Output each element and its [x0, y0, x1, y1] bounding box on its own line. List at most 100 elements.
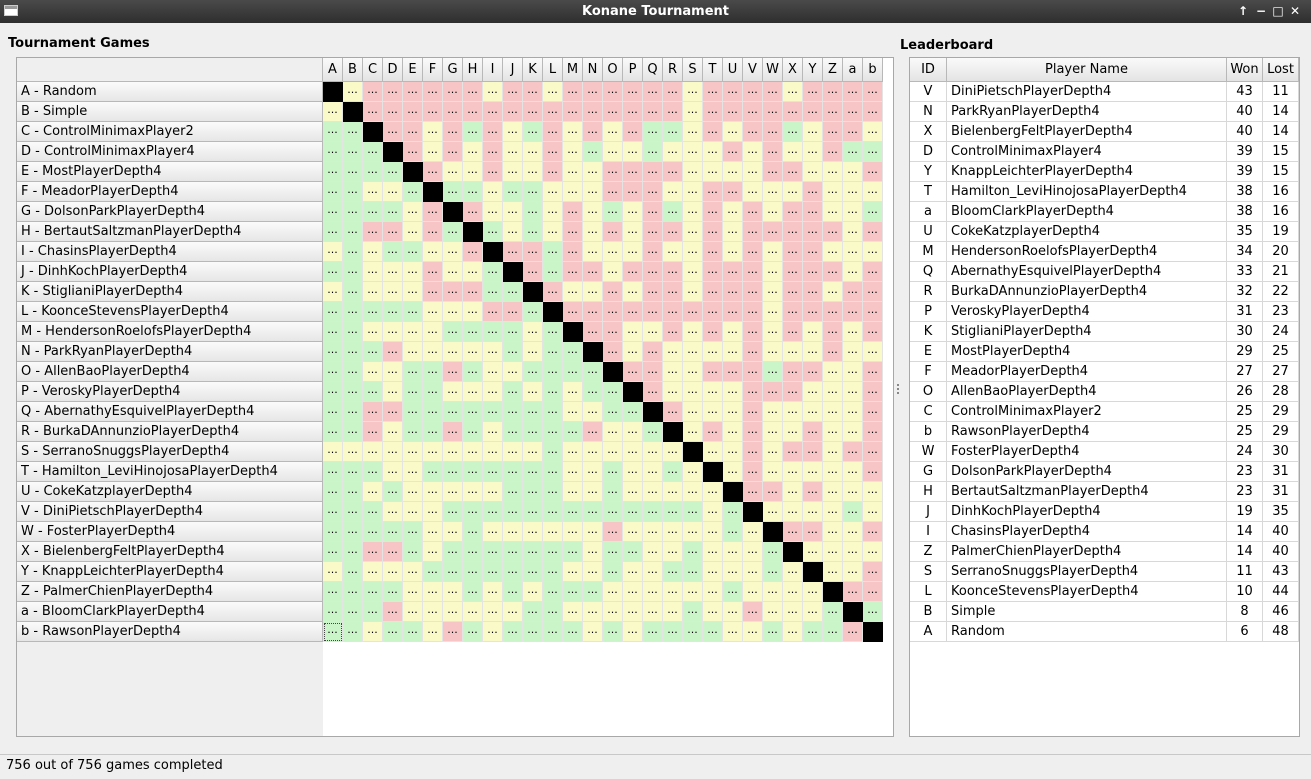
game-cell[interactable]: ...	[343, 342, 363, 362]
game-cell[interactable]: ...	[783, 442, 803, 462]
table-row[interactable]: B Simple 8 46	[910, 602, 1299, 622]
table-row[interactable]: H BertautSaltzmanPlayerDepth4 23 31	[910, 482, 1299, 502]
game-cell[interactable]: ...	[543, 622, 563, 642]
game-cell[interactable]: ...	[563, 122, 583, 142]
game-cell[interactable]: ...	[783, 82, 803, 102]
game-cell[interactable]: ...	[323, 522, 343, 542]
game-cell[interactable]: ...	[743, 622, 763, 642]
column-header[interactable]: U	[723, 58, 743, 82]
game-cell[interactable]: ...	[843, 82, 863, 102]
game-cell[interactable]: ...	[723, 582, 743, 602]
game-cell[interactable]: ...	[843, 242, 863, 262]
game-cell[interactable]: ...	[783, 142, 803, 162]
game-cell[interactable]: ...	[583, 442, 603, 462]
game-cell[interactable]: ...	[643, 362, 663, 382]
game-cell[interactable]: ...	[603, 162, 623, 182]
game-cell[interactable]: ...	[823, 262, 843, 282]
row-header[interactable]: U - CokeKatzplayerDepth4	[17, 482, 323, 502]
game-cell[interactable]: ...	[363, 102, 383, 122]
self-match-cell[interactable]	[363, 122, 383, 142]
game-cell[interactable]: ...	[583, 162, 603, 182]
game-cell[interactable]: ...	[723, 102, 743, 122]
game-cell[interactable]: ...	[843, 562, 863, 582]
game-cell[interactable]: ...	[663, 282, 683, 302]
game-cell[interactable]: ...	[843, 482, 863, 502]
game-cell[interactable]: ...	[363, 142, 383, 162]
game-cell[interactable]: ...	[423, 462, 443, 482]
game-cell[interactable]: ...	[823, 242, 843, 262]
game-cell[interactable]: ...	[543, 582, 563, 602]
game-cell[interactable]: ...	[803, 82, 823, 102]
game-cell[interactable]: ...	[863, 302, 883, 322]
game-cell[interactable]: ...	[683, 382, 703, 402]
game-cell[interactable]: ...	[543, 282, 563, 302]
game-cell[interactable]: ...	[823, 362, 843, 382]
game-cell[interactable]: ...	[343, 582, 363, 602]
game-cell[interactable]: ...	[843, 382, 863, 402]
game-cell[interactable]: ...	[783, 382, 803, 402]
game-cell[interactable]: ...	[783, 562, 803, 582]
game-cell[interactable]: ...	[523, 402, 543, 422]
game-cell[interactable]: ...	[563, 242, 583, 262]
game-cell[interactable]: ...	[323, 142, 343, 162]
game-cell[interactable]: ...	[383, 262, 403, 282]
game-cell[interactable]: ...	[623, 622, 643, 642]
row-header[interactable]: O - AllenBaoPlayerDepth4	[17, 362, 323, 382]
game-cell[interactable]: ...	[443, 82, 463, 102]
self-match-cell[interactable]	[843, 602, 863, 622]
game-cell[interactable]: ...	[323, 442, 343, 462]
game-cell[interactable]: ...	[563, 462, 583, 482]
game-cell[interactable]: ...	[863, 382, 883, 402]
game-cell[interactable]: ...	[323, 542, 343, 562]
game-cell[interactable]: ...	[723, 322, 743, 342]
game-cell[interactable]: ...	[623, 322, 643, 342]
game-cell[interactable]: ...	[343, 362, 363, 382]
game-cell[interactable]: ...	[403, 582, 423, 602]
game-cell[interactable]: ...	[443, 322, 463, 342]
game-cell[interactable]: ...	[423, 582, 443, 602]
game-cell[interactable]: ...	[583, 182, 603, 202]
game-cell[interactable]: ...	[783, 522, 803, 542]
game-cell[interactable]: ...	[643, 142, 663, 162]
game-cell[interactable]: ...	[663, 302, 683, 322]
game-cell[interactable]: ...	[603, 442, 623, 462]
game-cell[interactable]: ...	[703, 222, 723, 242]
game-cell[interactable]: ...	[423, 502, 443, 522]
game-cell[interactable]: ...	[623, 122, 643, 142]
game-cell[interactable]: ...	[363, 202, 383, 222]
game-cell[interactable]: ...	[403, 382, 423, 402]
game-cell[interactable]: ...	[543, 482, 563, 502]
game-cell[interactable]: ...	[683, 262, 703, 282]
game-cell[interactable]: ...	[783, 422, 803, 442]
game-cell[interactable]: ...	[603, 302, 623, 322]
game-cell[interactable]: ...	[603, 562, 623, 582]
table-row[interactable]: b RawsonPlayerDepth4 25 29	[910, 422, 1299, 442]
game-cell[interactable]: ...	[843, 462, 863, 482]
game-cell[interactable]: ...	[843, 542, 863, 562]
game-cell[interactable]: ...	[823, 342, 843, 362]
game-cell[interactable]: ...	[483, 102, 503, 122]
game-cell[interactable]: ...	[423, 162, 443, 182]
game-cell[interactable]: ...	[743, 122, 763, 142]
game-cell[interactable]: ...	[703, 582, 723, 602]
game-cell[interactable]: ...	[323, 282, 343, 302]
game-cell[interactable]: ...	[603, 542, 623, 562]
game-cell[interactable]: ...	[403, 222, 423, 242]
game-cell[interactable]: ...	[543, 222, 563, 242]
game-cell[interactable]: ...	[403, 462, 423, 482]
game-cell[interactable]: ...	[543, 442, 563, 462]
game-cell[interactable]: ...	[363, 482, 383, 502]
game-cell[interactable]: ...	[823, 182, 843, 202]
game-cell[interactable]: ...	[423, 482, 443, 502]
game-cell[interactable]: ...	[823, 522, 843, 542]
game-cell[interactable]: ...	[323, 602, 343, 622]
game-cell[interactable]: ...	[763, 382, 783, 402]
game-cell[interactable]: ...	[723, 402, 743, 422]
game-cell[interactable]: ...	[523, 182, 543, 202]
game-cell[interactable]: ...	[703, 162, 723, 182]
game-cell[interactable]: ...	[783, 102, 803, 122]
game-cell[interactable]: ...	[643, 442, 663, 462]
game-cell[interactable]: ...	[583, 602, 603, 622]
game-cell[interactable]: ...	[783, 202, 803, 222]
game-cell[interactable]: ...	[863, 482, 883, 502]
